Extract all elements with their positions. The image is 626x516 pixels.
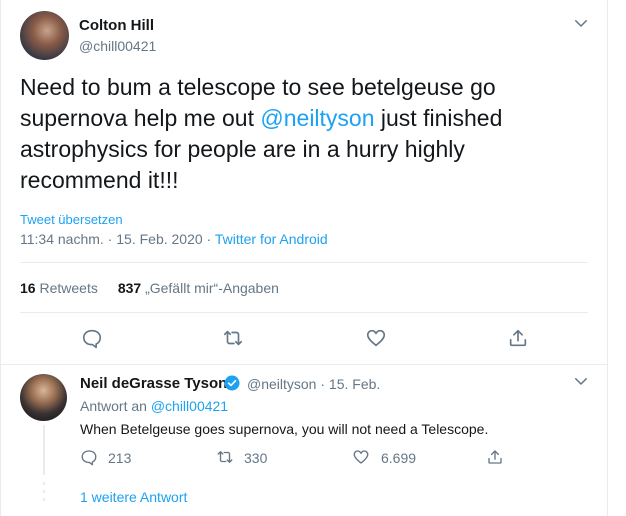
like-count: 6.699 [381,450,417,466]
retweet-count: 330 [244,450,268,466]
translate-tweet-link[interactable]: Tweet übersetzen [20,212,123,227]
reply-meta: @neiltyson · 15. Feb. [247,376,380,392]
tweet-text: Need to bum a telescope to see betelgeus… [20,72,590,196]
tweet-stats: 16 Retweets 837 „Gefällt mir“-Angaben [20,280,279,296]
thread-dot [43,482,45,485]
chevron-down-icon[interactable] [572,14,590,32]
chevron-down-icon[interactable] [572,372,590,390]
verified-badge-icon [223,374,241,392]
retweet-icon[interactable] [216,448,234,466]
reply-author-name[interactable]: Neil deGrasse Tyson [80,375,227,392]
share-icon[interactable] [486,448,504,466]
reply-to-prefix: Antwort an [80,398,147,414]
meta-separator: · [320,376,326,392]
more-replies-link[interactable]: 1 weitere Antwort [80,489,187,505]
heart-icon[interactable] [365,327,387,349]
mention-link[interactable]: @neiltyson [260,105,374,131]
reply-to-handle[interactable]: @chill00421 [151,398,228,414]
avatar[interactable] [20,374,67,421]
likes-label: „Gefällt mir“-Angaben [145,280,279,296]
likes-count: 837 [117,280,142,296]
meta-separator: · [206,231,212,247]
tweet-date[interactable]: 15. Feb. 2020 [116,231,202,247]
main-tweet: Colton Hill @chill00421 Need to bum a te… [0,0,608,365]
tweet-time[interactable]: 11:34 nachm. [20,231,104,247]
reply-author-handle[interactable]: @neiltyson [247,376,316,392]
tweet-meta: 11:34 nachm. · 15. Feb. 2020 · Twitter f… [20,231,328,247]
tweet-separator [0,364,608,365]
likes-stat[interactable]: 837 „Gefällt mir“-Angaben [118,280,279,296]
tweet-source-link[interactable]: Twitter for Android [215,231,328,247]
avatar[interactable] [20,11,69,60]
reply-icon[interactable] [81,327,103,349]
divider [20,312,588,313]
retweets-stat[interactable]: 16 Retweets [20,280,98,296]
heart-icon[interactable] [352,448,370,466]
reply-to-line: Antwort an @chill00421 [80,398,228,414]
reply-text: When Betelgeuse goes supernova, you will… [80,421,489,437]
retweet-icon[interactable] [222,327,244,349]
reply-date[interactable]: 15. Feb. [329,376,380,392]
author-name[interactable]: Colton Hill [79,17,154,34]
reply-icon[interactable] [80,448,98,466]
retweets-count: 16 [20,280,36,296]
retweets-label: Retweets [39,280,98,296]
thread-dot [43,498,45,501]
thread-line [43,425,45,475]
reply-count: 213 [108,450,132,466]
author-handle[interactable]: @chill00421 [79,38,156,54]
divider [20,262,588,263]
meta-separator: · [107,231,113,247]
thread-dot [43,490,45,493]
share-icon[interactable] [507,327,529,349]
